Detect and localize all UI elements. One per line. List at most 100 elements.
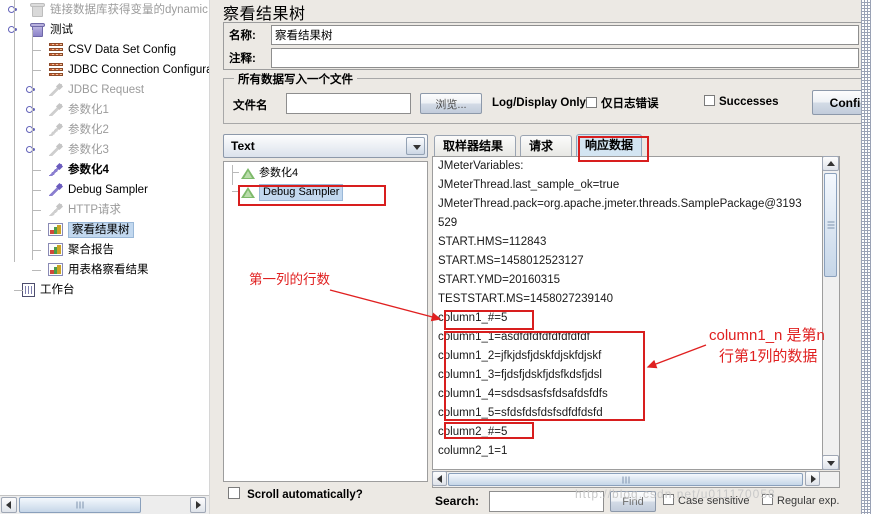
tree-node-label: 参数化2 bbox=[68, 124, 109, 136]
comment-input[interactable] bbox=[271, 48, 859, 68]
sampler-list-pane: Text 参数化4 Debug Sampler Scroll automatica… bbox=[223, 134, 428, 512]
checkbox-icon[interactable] bbox=[228, 487, 240, 499]
renderer-combobox[interactable]: Text bbox=[223, 134, 428, 158]
listener-icon bbox=[48, 223, 64, 237]
tree-node-label: CSV Data Set Config bbox=[68, 44, 177, 56]
response-horizontal-scrollbar[interactable] bbox=[432, 471, 840, 488]
response-line: 529 bbox=[438, 217, 458, 229]
search-label: Search: bbox=[435, 494, 480, 508]
response-line: column2_#=5 bbox=[438, 426, 508, 438]
response-line: START.MS=1458012523127 bbox=[438, 255, 584, 267]
response-line: START.HMS=112843 bbox=[438, 236, 547, 248]
name-row: 名称: bbox=[224, 24, 863, 46]
tab-3[interactable]: 响应数据 bbox=[576, 134, 642, 156]
response-scroll-up-button[interactable] bbox=[822, 156, 839, 171]
response-scroll-thumb[interactable] bbox=[824, 173, 837, 277]
response-line: TESTSTART.MS=1458027239140 bbox=[438, 293, 614, 305]
response-data-textarea[interactable]: JMeterVariables: JMeterThread.last_sample… bbox=[432, 156, 823, 470]
response-line: JMeterThread.last_sample_ok=true bbox=[438, 179, 620, 191]
annotation-row-count-text: 第一列的行数 bbox=[249, 272, 330, 287]
tree-node-label: HTTP请求 bbox=[68, 204, 122, 216]
tree-expand-handle[interactable] bbox=[26, 145, 35, 154]
tree-node-label: 用表格察看结果 bbox=[68, 264, 149, 276]
filename-label: 文件名 bbox=[233, 100, 268, 112]
tree-scroll-thumb[interactable] bbox=[19, 497, 141, 513]
errors-only-checkbox[interactable]: 仅日志错误 bbox=[586, 95, 659, 111]
sampler-list-item-label: 参数化4 bbox=[259, 167, 299, 179]
tree-horizontal-scrollbar[interactable] bbox=[0, 495, 209, 514]
tree-trunk-line bbox=[14, 0, 15, 262]
sampler-list-item[interactable]: 参数化4 bbox=[224, 162, 427, 181]
page-title: 察看结果树 bbox=[223, 6, 306, 23]
scroll-automatically-label: Scroll automatically? bbox=[247, 489, 363, 501]
tree-branch-trunk bbox=[32, 30, 33, 260]
test-plan-tree[interactable]: 链接数据库获得变量的dynamic 测试 CSV Data Set Config JD… bbox=[0, 0, 209, 300]
tree-branch-line bbox=[32, 250, 41, 251]
comment-row: 注释: bbox=[224, 47, 863, 69]
scroll-automatically-checkbox[interactable]: Scroll automatically? bbox=[223, 487, 428, 507]
chevron-down-icon[interactable] bbox=[406, 137, 425, 155]
regular-exp-label: Regular exp. bbox=[777, 495, 840, 507]
listener-icon bbox=[48, 263, 64, 277]
sampler-icon bbox=[48, 103, 64, 117]
successes-checkbox[interactable]: Successes bbox=[704, 95, 778, 108]
errors-only-label: 仅日志错误 bbox=[601, 98, 659, 110]
assertion-icon bbox=[241, 167, 256, 180]
response-line: JMeterVariables: bbox=[438, 160, 524, 172]
tree-node[interactable]: 链接数据库获得变量的dynamic bbox=[0, 0, 209, 20]
tree-node[interactable]: 工作台 bbox=[0, 280, 209, 300]
name-input[interactable] bbox=[271, 25, 859, 45]
tree-node-label: 参数化1 bbox=[68, 104, 109, 116]
checkbox-icon[interactable] bbox=[586, 97, 597, 108]
window-right-scroll-rail[interactable] bbox=[861, 0, 871, 514]
arrow-left-icon bbox=[436, 474, 442, 483]
result-tabs-pane: 取样器结果 请求 响应数据 JMeterVariables: JMeterThread… bbox=[432, 134, 864, 512]
arrow-down-icon bbox=[826, 460, 835, 466]
response-scroll-right-button[interactable] bbox=[805, 471, 820, 486]
listener-icon bbox=[48, 243, 64, 257]
tree-expand-handle[interactable] bbox=[26, 85, 35, 94]
panel-splitter[interactable] bbox=[210, 0, 218, 514]
sampler-results-list[interactable]: 参数化4 Debug Sampler bbox=[223, 161, 428, 482]
response-hscroll-thumb[interactable] bbox=[448, 473, 803, 486]
sampler-icon bbox=[48, 143, 64, 157]
assertion-icon bbox=[241, 186, 256, 199]
response-scroll-down-button[interactable] bbox=[822, 455, 839, 470]
annotation-column-data-line1: column1_n 是第n bbox=[709, 327, 825, 344]
tree-branch-line bbox=[32, 170, 41, 171]
test-plan-tree-panel[interactable]: 链接数据库获得变量的dynamic 测试 CSV Data Set Config JD… bbox=[0, 0, 209, 514]
listener-config-panel: 察看结果树 名称: 注释: 所有数据写入一个文件 文件名 浏览... Log/D… bbox=[218, 0, 871, 514]
meta-box: 名称: 注释: bbox=[223, 22, 864, 70]
tree-expand-handle[interactable] bbox=[8, 5, 17, 14]
workbench-icon bbox=[22, 282, 36, 298]
write-all-data-title: 所有数据写入一个文件 bbox=[234, 71, 357, 87]
tree-expand-handle[interactable] bbox=[26, 125, 35, 134]
response-line: column1_4=sdsdsasfsfdsafdsfdfs bbox=[438, 388, 608, 400]
browse-button[interactable]: 浏览... bbox=[420, 93, 482, 114]
tree-branch-line bbox=[32, 190, 41, 191]
response-line: START.YMD=20160315 bbox=[438, 274, 560, 286]
tree-branch-line bbox=[32, 210, 41, 211]
grip-icon bbox=[827, 224, 834, 226]
tree-node[interactable]: 用表格察看结果 bbox=[0, 260, 209, 280]
tree-branch-line bbox=[32, 50, 41, 51]
tree-scroll-right-button[interactable] bbox=[190, 497, 206, 513]
response-vertical-scrollbar[interactable] bbox=[822, 156, 840, 470]
list-branch-line bbox=[232, 191, 239, 192]
tab-2[interactable]: 请求 bbox=[520, 135, 572, 156]
tree-expand-handle[interactable] bbox=[26, 105, 35, 114]
response-line: column2_1=1 bbox=[438, 445, 508, 457]
arrow-right-icon bbox=[196, 501, 201, 509]
tree-scroll-left-button[interactable] bbox=[1, 497, 17, 513]
checkbox-icon[interactable] bbox=[704, 95, 715, 106]
tab-1[interactable]: 取样器结果 bbox=[434, 135, 516, 156]
chevron-glyph bbox=[413, 145, 421, 150]
tree-expand-handle[interactable] bbox=[8, 25, 17, 34]
response-line: column1_5=sfdsfdsfdsfsdfdfdsfd bbox=[438, 407, 603, 419]
grip-icon bbox=[625, 476, 626, 483]
filename-input[interactable] bbox=[286, 93, 411, 114]
watermark: http://blog.csdn.net/u011170058 bbox=[575, 487, 776, 501]
sampler-list-item-label: Debug Sampler bbox=[259, 184, 344, 201]
response-scroll-left-button[interactable] bbox=[432, 471, 447, 486]
sampler-list-item[interactable]: Debug Sampler bbox=[224, 181, 427, 201]
